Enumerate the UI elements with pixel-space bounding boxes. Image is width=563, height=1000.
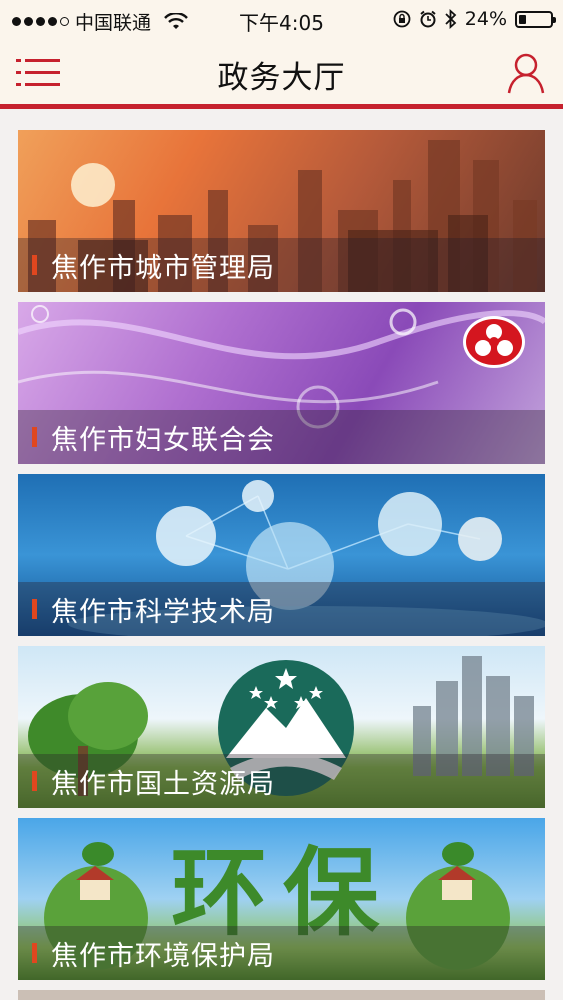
- caption-marker: [32, 255, 37, 275]
- banner-caption: 焦作市科学技术局: [18, 582, 545, 636]
- banner-label: 焦作市城市管理局: [51, 252, 275, 284]
- orientation-lock-icon: [393, 10, 411, 28]
- department-banner-womens-federation[interactable]: 焦作市妇女联合会: [18, 302, 545, 464]
- status-bar: 中国联通 下午4:05 24%: [0, 0, 563, 38]
- womens-federation-emblem-icon: [463, 316, 525, 368]
- battery-percent: 24%: [464, 8, 507, 30]
- next-banner-peek: [18, 990, 545, 1000]
- caption-marker: [32, 599, 37, 619]
- banner-caption: 焦作市环境保护局: [18, 926, 545, 980]
- battery-icon: [515, 10, 556, 28]
- department-list: 焦作市城市管理局 焦作市妇女联合会 焦作市科学技术局 焦作市国土资源局 环保 焦…: [18, 130, 545, 990]
- banner-caption: 焦作市城市管理局: [18, 238, 545, 292]
- banner-label: 焦作市科学技术局: [51, 596, 275, 628]
- banner-caption: 焦作市国土资源局: [18, 754, 545, 808]
- status-right: 24%: [393, 8, 556, 30]
- caption-marker: [32, 427, 37, 447]
- navigation-bar: 政务大厅: [0, 38, 563, 109]
- alarm-icon: [420, 10, 436, 28]
- department-banner-science-technology[interactable]: 焦作市科学技术局: [18, 474, 545, 636]
- banner-caption: 焦作市妇女联合会: [18, 410, 545, 464]
- department-banner-city-management[interactable]: 焦作市城市管理局: [18, 130, 545, 292]
- user-profile-icon[interactable]: [507, 52, 545, 94]
- page-title: 政务大厅: [217, 60, 346, 96]
- department-banner-land-resources[interactable]: 焦作市国土资源局: [18, 646, 545, 808]
- banner-label: 焦作市妇女联合会: [51, 424, 275, 456]
- bluetooth-icon: [445, 9, 457, 29]
- banner-label: 焦作市国土资源局: [51, 768, 275, 800]
- caption-marker: [32, 943, 37, 963]
- department-banner-environmental-protection[interactable]: 环保 焦作市环境保护局: [18, 818, 545, 980]
- banner-label: 焦作市环境保护局: [51, 940, 275, 972]
- caption-marker: [32, 771, 37, 791]
